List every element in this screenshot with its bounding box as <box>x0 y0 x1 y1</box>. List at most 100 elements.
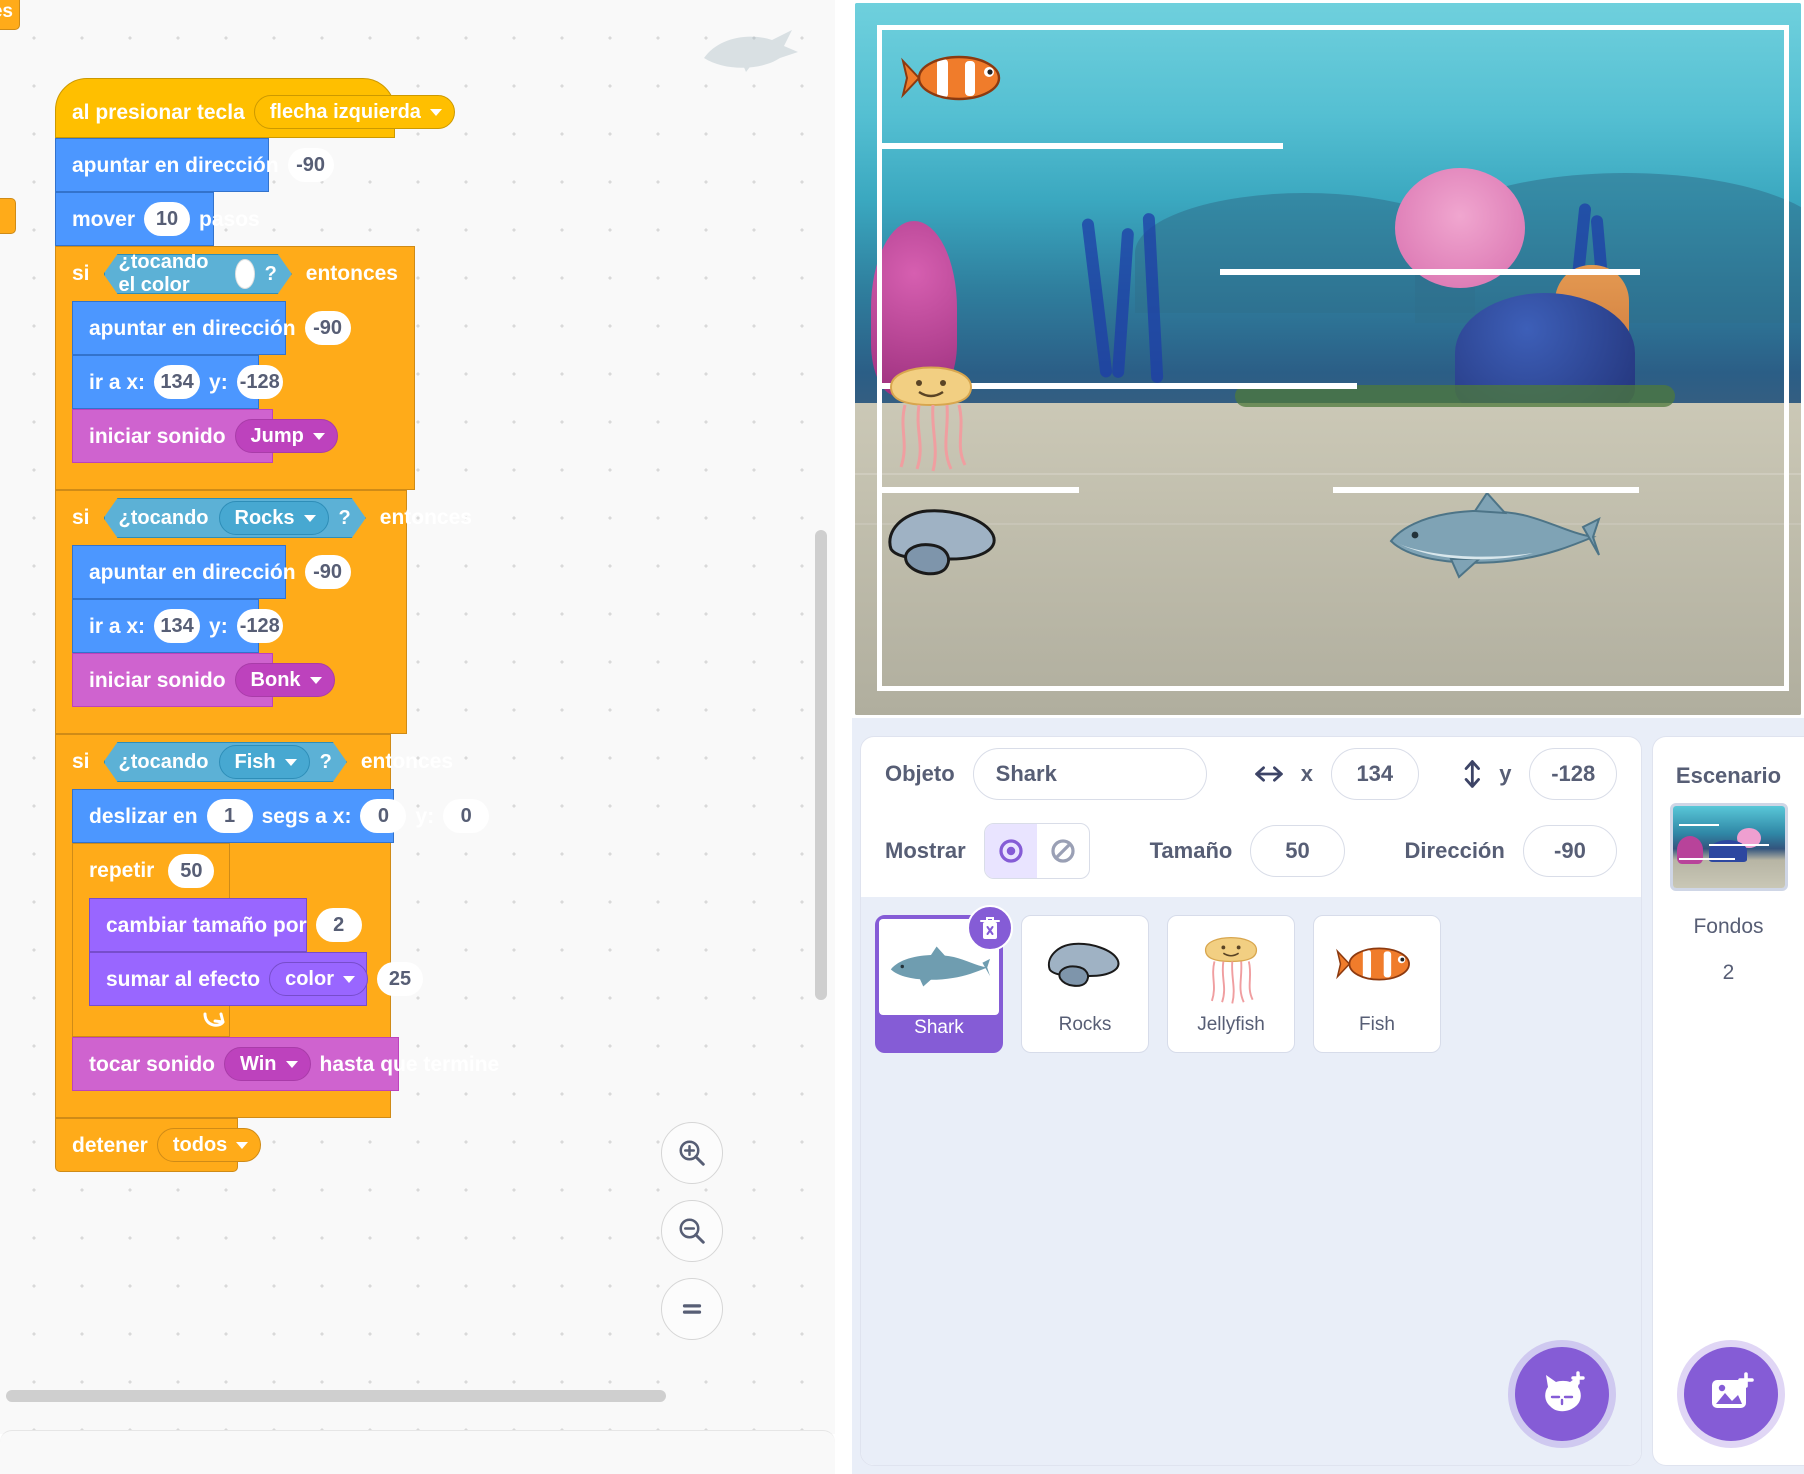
x-input[interactable]: 134 <box>154 365 200 399</box>
rocks-icon <box>1043 936 1127 992</box>
block-label: apuntar en dirección <box>72 155 279 176</box>
workspace-vertical-scrollbar[interactable] <box>815 530 827 1000</box>
sprite-name-input[interactable]: Shark <box>973 748 1207 800</box>
script-stack[interactable]: al presionar tecla flecha izquierda apun… <box>55 78 415 1172</box>
x-input[interactable]: 134 <box>154 609 200 643</box>
trash-icon <box>978 915 1002 941</box>
direction-input[interactable]: -90 <box>305 311 351 345</box>
direccion-label: Dirección <box>1405 838 1505 864</box>
sound-dropdown[interactable]: Win <box>224 1047 310 1081</box>
block-if-touching-color[interactable]: si ¿tocando el color ? entonces apuntar … <box>55 246 415 490</box>
sound-dropdown[interactable]: Jump <box>235 419 338 453</box>
direction-input[interactable]: -90 <box>1523 825 1617 877</box>
chevron-down-icon <box>285 759 297 766</box>
block-if-touching-rocks[interactable]: si ¿tocando Rocks ? entonces apuntar en … <box>55 490 407 734</box>
zoom-controls[interactable] <box>661 1122 723 1356</box>
objeto-label: Objeto <box>885 761 955 787</box>
stage-canvas[interactable] <box>855 3 1801 715</box>
condition-touching-fish[interactable]: ¿tocando Fish ? <box>104 742 347 782</box>
key-dropdown[interactable]: flecha izquierda <box>254 95 455 129</box>
if-body: apuntar en dirección -90 ir a x: 134 y: … <box>72 301 414 463</box>
shark-icon <box>887 943 991 991</box>
stage-bar-1 <box>879 143 1283 149</box>
block-label-after: hasta que termine <box>320 1054 500 1075</box>
block-repeat[interactable]: repetir 50 cambiar tamaño por 2 sumar al… <box>72 843 230 1037</box>
direction-input[interactable]: -90 <box>288 148 334 182</box>
size-delta-input[interactable]: 2 <box>316 908 362 942</box>
stage-selector-panel[interactable]: Escenario Fondos 2 <box>1652 736 1804 1466</box>
chevron-down-icon <box>286 1061 298 1068</box>
sound-dropdown-value: Win <box>240 1053 276 1076</box>
color-picker-swatch[interactable] <box>235 259 255 289</box>
direction-input[interactable]: -90 <box>305 555 351 589</box>
backdrop-thumb-bar-3 <box>1679 858 1735 860</box>
if-keyword: si <box>72 750 90 774</box>
x-input[interactable]: 134 <box>1331 748 1419 800</box>
condition-touching-rocks[interactable]: ¿tocando Rocks ? <box>104 498 366 538</box>
block-go-to-xy-1[interactable]: ir a x: 134 y: -128 <box>72 355 259 409</box>
chevron-down-icon <box>343 976 355 983</box>
block-change-size-by[interactable]: cambiar tamaño por 2 <box>89 898 307 952</box>
block-when-key-pressed[interactable]: al presionar tecla flecha izquierda <box>55 78 395 138</box>
block-point-in-direction-1[interactable]: apuntar en dirección -90 <box>55 138 269 192</box>
x-input[interactable]: 0 <box>360 799 406 833</box>
stage-sprite-shark[interactable] <box>1383 493 1601 579</box>
label-y: y: <box>209 616 228 637</box>
loop-arrow-icon <box>201 1008 227 1032</box>
y-input[interactable]: -128 <box>237 609 283 643</box>
y-input[interactable]: 0 <box>443 799 489 833</box>
sound-dropdown[interactable]: Bonk <box>235 663 335 697</box>
block-if-touching-fish[interactable]: si ¿tocando Fish ? entonces deslizar en <box>55 734 391 1118</box>
sprite-card-shark[interactable]: Shark <box>875 915 1003 1053</box>
effect-delta-input[interactable]: 25 <box>377 962 423 996</box>
backdrop-thumbnail[interactable] <box>1670 803 1788 891</box>
block-start-sound-jump[interactable]: iniciar sonido Jump <box>72 409 273 463</box>
stage-sprite-fish[interactable] <box>901 45 1011 111</box>
block-point-in-direction-2[interactable]: apuntar en dirección -90 <box>72 301 286 355</box>
size-input[interactable]: 50 <box>1250 825 1344 877</box>
condition-touching-color[interactable]: ¿tocando el color ? <box>104 254 292 294</box>
show-sprite-button[interactable] <box>985 824 1037 878</box>
condition-label: ¿tocando el color <box>119 251 225 297</box>
add-backdrop-button[interactable] <box>1684 1347 1778 1441</box>
sprite-card-rocks[interactable]: Rocks <box>1021 915 1149 1053</box>
block-start-sound-bonk[interactable]: iniciar sonido Bonk <box>72 653 273 707</box>
touching-target-dropdown[interactable]: Rocks <box>219 501 329 535</box>
block-label: detener <box>72 1135 148 1156</box>
stop-option-dropdown[interactable]: todos <box>157 1128 261 1162</box>
workspace-horizontal-scrollbar[interactable] <box>6 1390 666 1402</box>
sprite-thumbnail <box>1314 916 1440 1012</box>
magnifier-minus-icon <box>677 1216 707 1246</box>
stage[interactable] <box>852 0 1804 718</box>
block-point-in-direction-3[interactable]: apuntar en dirección -90 <box>72 545 286 599</box>
add-sprite-button[interactable] <box>1515 1347 1609 1441</box>
sprite-card-fish[interactable]: Fish <box>1313 915 1441 1053</box>
secs-input[interactable]: 1 <box>207 799 253 833</box>
block-glide-to-xy[interactable]: deslizar en 1 segs a x: 0 y: 0 <box>72 789 394 843</box>
repeat-count-input[interactable]: 50 <box>168 854 214 888</box>
block-move-steps[interactable]: mover 10 pasos <box>55 192 214 246</box>
stage-sprite-rocks[interactable] <box>881 501 1007 581</box>
effect-dropdown[interactable]: color <box>269 962 368 996</box>
y-input[interactable]: -128 <box>237 365 283 399</box>
block-change-effect-by[interactable]: sumar al efecto color 25 <box>89 952 367 1006</box>
workspace-watermark-shark-icon <box>700 28 800 74</box>
stage-sprite-jellyfish[interactable] <box>883 343 979 475</box>
block-play-sound-until-done[interactable]: tocar sonido Win hasta que termine <box>72 1037 399 1091</box>
touching-target-dropdown[interactable]: Fish <box>219 745 310 779</box>
visibility-toggle[interactable] <box>984 823 1090 879</box>
block-stop[interactable]: detener todos <box>55 1118 238 1172</box>
code-workspace[interactable]: es al presionar tecla flecha izquierda a… <box>0 0 835 1434</box>
zoom-in-button[interactable] <box>661 1122 723 1184</box>
y-input[interactable]: -128 <box>1529 748 1617 800</box>
delete-sprite-button[interactable] <box>967 905 1013 951</box>
steps-input[interactable]: 10 <box>144 202 190 236</box>
if-header: si ¿tocando el color ? entonces <box>56 247 414 301</box>
sprite-info-row-2: Mostrar Tamaño <box>861 811 1641 891</box>
zoom-reset-button[interactable] <box>661 1278 723 1340</box>
block-go-to-xy-2[interactable]: ir a x: 134 y: -128 <box>72 599 259 653</box>
block-label-after: pasos <box>199 209 260 230</box>
hide-sprite-button[interactable] <box>1037 824 1089 878</box>
zoom-out-button[interactable] <box>661 1200 723 1262</box>
sprite-card-jellyfish[interactable]: Jellyfish <box>1167 915 1295 1053</box>
